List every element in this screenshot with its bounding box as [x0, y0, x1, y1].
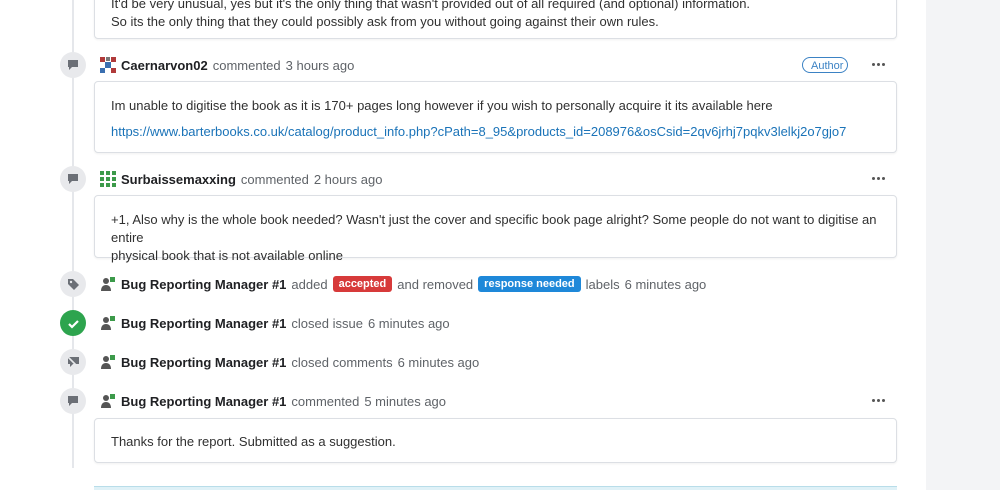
avatar[interactable] [100, 393, 116, 409]
timestamp[interactable]: 6 minutes ago [368, 316, 450, 331]
username-link[interactable]: Bug Reporting Manager #1 [121, 355, 286, 370]
label-response-needed[interactable]: response needed [478, 276, 581, 292]
timestamp[interactable]: 3 hours ago [286, 58, 355, 73]
comment-text-line: So its the only thing that they could po… [111, 14, 659, 29]
timestamp[interactable]: 6 minutes ago [398, 355, 480, 370]
author-badge: Author [802, 57, 848, 73]
comment-text-line: It'd be very unusual, yes but it's the o… [111, 0, 751, 11]
username-link[interactable]: Bug Reporting Manager #1 [121, 394, 286, 409]
more-icon[interactable] [868, 393, 888, 407]
timestamp[interactable]: 5 minutes ago [364, 394, 446, 409]
username-link[interactable]: Bug Reporting Manager #1 [121, 316, 286, 331]
comment-icon [60, 388, 86, 414]
timestamp[interactable]: 2 hours ago [314, 172, 383, 187]
tag-icon [60, 271, 86, 297]
right-gutter [926, 0, 1000, 490]
action-text: labels [585, 276, 620, 292]
label-accepted[interactable]: accepted [332, 276, 393, 292]
timestamp[interactable]: 6 minutes ago [625, 277, 707, 292]
check-circle-icon [60, 310, 86, 336]
username-link[interactable]: Surbaissemaxxing [121, 172, 236, 187]
comment-header: Surbaissemaxxing commented 2 hours ago [100, 169, 382, 189]
avatar[interactable] [100, 171, 116, 187]
comment-text-line: +1, Also why is the whole book needed? W… [111, 212, 877, 245]
action-text: commented [240, 171, 309, 187]
more-icon[interactable] [868, 57, 888, 71]
comment-link[interactable]: https://www.barterbooks.co.uk/catalog/pr… [111, 124, 846, 139]
comment-lock-icon [60, 349, 86, 375]
comment-header: Bug Reporting Manager #1 commented 5 min… [100, 391, 446, 411]
comment-icon [60, 166, 86, 192]
username-link[interactable]: Caernarvon02 [121, 58, 208, 73]
comment-header: Caernarvon02 commented 3 hours ago [100, 55, 354, 75]
username-link[interactable]: Bug Reporting Manager #1 [121, 277, 286, 292]
action-text: added [291, 276, 328, 292]
avatar[interactable] [100, 315, 116, 331]
comment-text: Im unable to digitise the book as it is … [111, 98, 773, 113]
action-text: closed comments [291, 354, 393, 370]
action-text: and removed [397, 276, 474, 292]
action-text: commented [291, 393, 360, 409]
next-section-edge [94, 486, 897, 490]
event-closed: Bug Reporting Manager #1 closed issue 6 … [100, 313, 450, 333]
more-icon[interactable] [868, 171, 888, 185]
comment-text-line: physical book that is not available onli… [111, 248, 343, 263]
event-labels: Bug Reporting Manager #1 added accepted … [100, 274, 706, 294]
avatar[interactable] [100, 57, 116, 73]
comment-box-previous: It'd be very unusual, yes but it's the o… [94, 0, 897, 39]
action-text: commented [212, 57, 281, 73]
comment-box: Im unable to digitise the book as it is … [94, 81, 897, 153]
avatar[interactable] [100, 354, 116, 370]
comment-box: Thanks for the report. Submitted as a su… [94, 418, 897, 463]
comment-text: Thanks for the report. Submitted as a su… [111, 434, 396, 449]
comment-box: +1, Also why is the whole book needed? W… [94, 195, 897, 263]
comment-icon [60, 52, 86, 78]
avatar[interactable] [100, 276, 116, 292]
event-locked: Bug Reporting Manager #1 closed comments… [100, 352, 479, 372]
action-text: closed issue [291, 315, 363, 331]
